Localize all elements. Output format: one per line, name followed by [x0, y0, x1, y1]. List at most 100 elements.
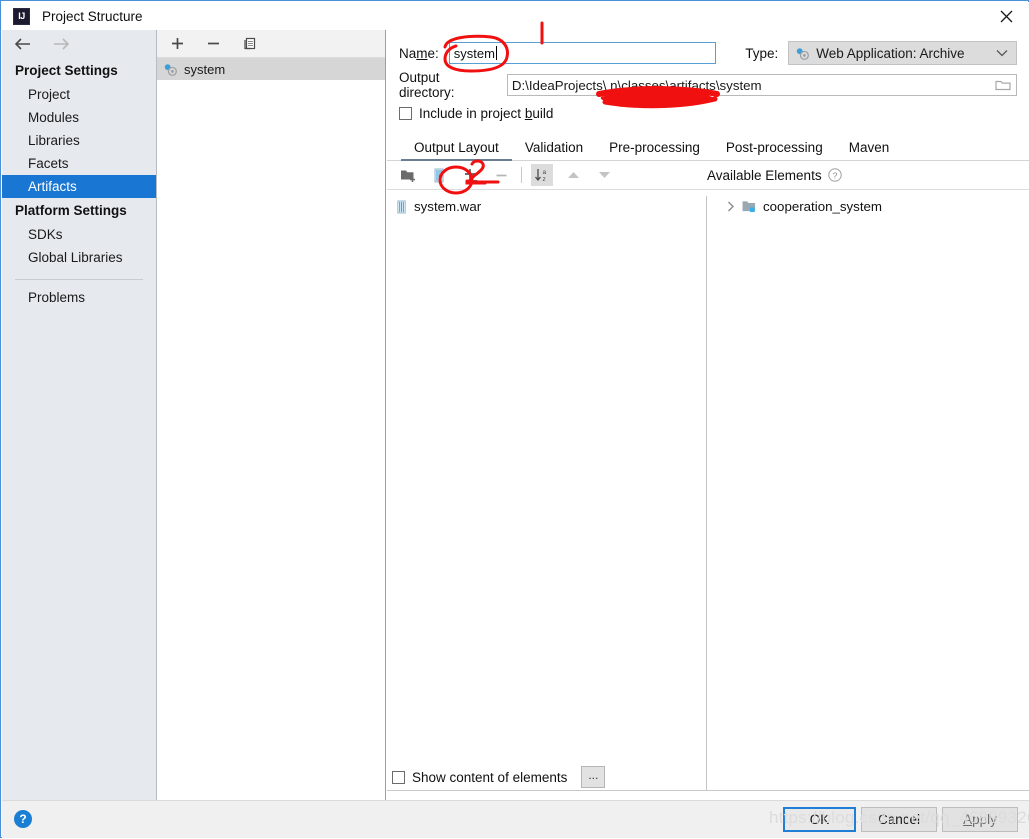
sidebar-item-global-libraries[interactable]: Global Libraries	[2, 246, 156, 269]
project-structure-dialog: IJ Project Structure Project Settings Pr…	[0, 0, 1029, 838]
artifact-list-item-system[interactable]: system	[157, 58, 385, 80]
tree-node-label: cooperation_system	[763, 199, 882, 214]
output-directory-input[interactable]: D:\IdeaProjects\ n\classes\artifacts\sys…	[506, 74, 1017, 96]
show-content-label: Show content of elements	[412, 769, 568, 785]
svg-text:a: a	[542, 169, 546, 176]
sort-alphabetical-icon: a z	[534, 169, 546, 183]
settings-sidebar: Project Settings Project Modules Librari…	[2, 30, 157, 800]
tab-maven[interactable]: Maven	[836, 140, 903, 160]
back-button[interactable]	[12, 35, 34, 53]
name-label: Name:	[399, 45, 439, 61]
artifacts-toolbar	[157, 30, 385, 58]
sidebar-group-platform-settings: Platform Settings	[15, 203, 127, 218]
type-combobox[interactable]: Web Application: Archive	[788, 41, 1017, 65]
sidebar-item-artifacts[interactable]: Artifacts	[2, 175, 156, 198]
type-combobox-value: Web Application: Archive	[816, 45, 965, 61]
available-elements-label: Available Elements	[707, 167, 822, 183]
module-icon	[742, 201, 756, 213]
close-button[interactable]	[983, 2, 1029, 30]
forward-button[interactable]	[50, 35, 72, 53]
svg-text:?: ?	[832, 170, 837, 180]
include-in-build-row[interactable]: Include in project build	[387, 100, 1029, 126]
remove-element-button[interactable]	[490, 164, 512, 186]
title-bar: IJ Project Structure	[2, 2, 1029, 30]
name-input[interactable]: system	[448, 42, 717, 64]
archive-icon	[434, 168, 444, 182]
window-title: Project Structure	[42, 8, 143, 24]
name-row: Name: system Type: Web Application: Arch…	[387, 36, 1029, 70]
app-icon: IJ	[13, 7, 30, 25]
plus-dropdown-icon	[464, 168, 477, 182]
close-icon	[1000, 10, 1012, 22]
artifact-list-item-label: system	[184, 61, 226, 77]
tab-post-processing[interactable]: Post-processing	[713, 140, 836, 160]
move-down-button[interactable]	[593, 164, 615, 186]
include-in-build-checkbox[interactable]	[399, 106, 412, 120]
cancel-button[interactable]: Cancel	[861, 807, 937, 832]
add-directory-button[interactable]	[397, 164, 419, 186]
chevron-down-icon	[996, 50, 1008, 57]
sidebar-item-facets[interactable]: Facets	[2, 152, 156, 175]
add-archive-button[interactable]	[428, 164, 450, 186]
toolbar-divider	[521, 167, 522, 183]
output-layout-tree: system.war	[387, 196, 707, 790]
available-elements-tree: cooperation_system	[707, 196, 1029, 790]
layout-trees: system.war cooperation_system	[387, 196, 1029, 790]
plus-icon	[171, 38, 183, 49]
tree-node-cooperation-system[interactable]: cooperation_system	[707, 196, 1029, 217]
tree-node-label: system.war	[414, 199, 482, 214]
include-in-build-label: Include in project build	[419, 105, 554, 121]
output-directory-row: Output directory: D:\IdeaProjects\ n\cla…	[387, 70, 1029, 100]
arrow-down-icon	[598, 172, 610, 178]
more-options-button[interactable]: ...	[581, 766, 606, 788]
type-label: Type:	[745, 45, 779, 61]
show-content-row: Show content of elements ...	[387, 764, 1029, 790]
svg-text:z: z	[542, 176, 545, 183]
sidebar-item-problems[interactable]: Problems	[2, 286, 156, 309]
output-layout-toolbar: a z Available Elements ?	[387, 161, 1029, 190]
archive-icon	[397, 200, 406, 213]
sidebar-group-project-settings: Project Settings	[15, 63, 118, 78]
apply-button[interactable]: Apply	[942, 807, 1018, 832]
remove-artifact-button[interactable]	[202, 34, 224, 54]
artifact-detail-panel: Name: system Type: Web Application: Arch…	[387, 30, 1029, 800]
text-caret	[495, 46, 497, 60]
ok-button[interactable]: OK	[783, 807, 856, 832]
detail-tabs: Output Layout Validation Pre-processing …	[387, 133, 1029, 161]
output-directory-value: D:\IdeaProjects\ n\classes\artifacts\sys…	[511, 77, 762, 93]
minus-icon	[207, 42, 219, 45]
help-circle-icon[interactable]: ?	[827, 168, 842, 182]
help-button[interactable]: ?	[14, 810, 32, 828]
sidebar-item-sdks[interactable]: SDKs	[2, 223, 156, 246]
show-content-checkbox[interactable]	[392, 770, 405, 784]
tab-pre-processing[interactable]: Pre-processing	[596, 140, 713, 160]
sidebar-nav	[2, 30, 156, 58]
sidebar-item-modules[interactable]: Modules	[2, 106, 156, 129]
dialog-footer: ? OK Cancel Apply	[2, 800, 1029, 838]
detail-separator	[387, 790, 1029, 791]
add-artifact-button[interactable]	[166, 34, 188, 54]
tab-output-layout[interactable]: Output Layout	[401, 140, 512, 161]
tree-node-system-war[interactable]: system.war	[387, 196, 706, 217]
arrow-up-icon	[567, 172, 579, 178]
available-elements-header: Available Elements ?	[707, 161, 842, 189]
name-input-value: system	[453, 45, 495, 61]
artifacts-list-panel: system	[157, 30, 386, 800]
copy-artifact-button[interactable]	[238, 34, 260, 54]
arrow-right-icon	[54, 38, 70, 50]
move-up-button[interactable]	[562, 164, 584, 186]
folder-icon[interactable]	[995, 79, 1011, 92]
output-directory-label: Output directory:	[399, 70, 455, 100]
chevron-right-icon[interactable]	[725, 201, 736, 212]
sidebar-item-libraries[interactable]: Libraries	[2, 129, 156, 152]
add-element-button[interactable]	[459, 164, 481, 186]
arrow-left-icon	[14, 38, 30, 50]
sort-button[interactable]: a z	[531, 164, 553, 186]
add-directory-icon	[400, 170, 415, 182]
minus-icon	[496, 174, 506, 176]
copy-icon	[243, 37, 255, 50]
sidebar-item-project[interactable]: Project	[2, 83, 156, 106]
artifact-icon	[797, 47, 810, 60]
artifact-icon	[164, 63, 177, 76]
tab-validation[interactable]: Validation	[512, 140, 596, 160]
